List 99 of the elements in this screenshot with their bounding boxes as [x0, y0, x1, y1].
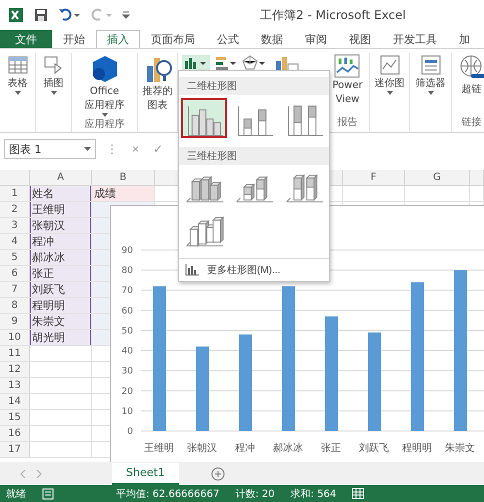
- y-tick-label: 20: [122, 386, 133, 397]
- normal-view-icon[interactable]: [352, 488, 364, 499]
- ribbon-tab[interactable]: 公式: [206, 30, 250, 48]
- excel-logo-icon: [8, 7, 24, 23]
- row-number[interactable]: 3: [0, 218, 30, 233]
- table-cell: 胡光明: [30, 330, 92, 345]
- menu-section-header: 二维柱形图: [179, 77, 329, 95]
- more-column-charts-item[interactable]: 更多柱形图(M)...: [179, 258, 329, 281]
- column-header[interactable]: F: [343, 170, 405, 185]
- macro-record-icon[interactable]: [42, 488, 54, 500]
- table-cell: 姓名: [30, 186, 92, 201]
- status-stat: 计数: 20: [235, 488, 275, 500]
- column-header[interactable]: A: [30, 170, 92, 185]
- group-label: 链接: [462, 116, 482, 130]
- ribbon-tab[interactable]: 开发工具: [382, 30, 448, 48]
- row-number[interactable]: 7: [0, 282, 30, 297]
- y-tick-label: 80: [122, 266, 133, 276]
- status-stat: 求和: 564: [290, 488, 336, 500]
- ribbon-tab[interactable]: 审阅: [294, 30, 338, 48]
- category-label: 朱崇文: [445, 443, 475, 454]
- window-title: 工作簿2 - Microsoft Excel: [260, 6, 406, 24]
- column-chart-dropdown-icon[interactable]: [182, 55, 210, 71]
- power-view-icon: [334, 54, 360, 78]
- row-number[interactable]: 6: [0, 266, 30, 281]
- undo-icon[interactable]: [58, 8, 80, 22]
- group-label: 应用程序: [84, 118, 124, 132]
- category-label: 程明明: [402, 443, 432, 454]
- category-label: 张朝汉: [187, 443, 217, 454]
- y-tick-label: 70: [122, 286, 133, 296]
- category-label: 刘跃飞: [359, 443, 389, 454]
- ribbon-tab[interactable]: 开始: [52, 30, 96, 48]
- y-tick-label: 60: [122, 306, 133, 316]
- table-cell: 王维明: [30, 202, 92, 217]
- column-header[interactable]: B: [92, 170, 155, 185]
- row-number[interactable]: 1: [0, 186, 30, 201]
- table-cell: 张正: [30, 266, 92, 281]
- ribbon-tab[interactable]: 页面布局: [140, 30, 206, 48]
- ribbon-button[interactable]: Power View: [331, 53, 364, 107]
- row-number[interactable]: 14: [0, 394, 30, 409]
- row-number[interactable]: 8: [0, 298, 30, 313]
- row-number[interactable]: 11: [0, 346, 30, 361]
- radar-chart-icon[interactable]: [242, 55, 266, 71]
- ribbon-button[interactable]: 超链: [456, 53, 484, 97]
- y-tick-label: 90: [122, 246, 133, 256]
- row-number[interactable]: 5: [0, 250, 30, 265]
- y-tick-label: 0: [127, 427, 133, 437]
- row-number[interactable]: 4: [0, 234, 30, 249]
- status-stat: 平均值: 62.66666667: [116, 488, 220, 500]
- caret-icon: [84, 147, 91, 151]
- table-cell: 朱崇文: [30, 314, 92, 329]
- table-icon: [6, 54, 28, 76]
- y-tick-label: 10: [122, 406, 133, 417]
- row-number[interactable]: 16: [0, 426, 30, 441]
- table-cell: 张朝汉: [30, 218, 92, 233]
- row-number[interactable]: 10: [0, 330, 30, 345]
- ribbon-tab[interactable]: 加: [448, 30, 481, 48]
- table-cell: 程明明: [30, 298, 92, 313]
- ribbon-tab[interactable]: 数据: [250, 30, 294, 48]
- column-header[interactable]: G: [405, 170, 470, 185]
- column-chart-icon: [185, 264, 199, 276]
- chart-type-option[interactable]: [181, 98, 227, 138]
- customize-caret-icon[interactable]: [122, 10, 130, 20]
- row-number[interactable]: 15: [0, 410, 30, 425]
- row-number[interactable]: 12: [0, 362, 30, 377]
- ribbon-tab[interactable]: 文件: [0, 30, 52, 48]
- bar-chart-icon[interactable]: [214, 55, 238, 71]
- category-label: 王维明: [144, 443, 174, 454]
- row-number[interactable]: 9: [0, 314, 30, 329]
- ribbon-tab[interactable]: 视图: [338, 30, 382, 48]
- table-cell: 刘跃飞: [30, 282, 92, 297]
- status-text: 就绪: [6, 488, 26, 500]
- ribbon-button[interactable]: Office 应用程序: [84, 53, 126, 118]
- save-icon[interactable]: [34, 8, 48, 22]
- ribbon-tab[interactable]: 插入: [96, 30, 140, 48]
- ribbon-button[interactable]: 迷你图: [374, 53, 406, 96]
- y-tick-label: 40: [122, 346, 133, 357]
- ribbon-button[interactable]: 表格: [6, 53, 30, 96]
- table-cell: 郝冰冰: [30, 250, 92, 265]
- row-number[interactable]: 2: [0, 202, 30, 217]
- y-tick-label: 30: [122, 366, 133, 377]
- slicer-icon: [420, 54, 442, 76]
- menu-section-header: 三维柱形图: [179, 147, 329, 165]
- sparkline-icon: [378, 54, 400, 76]
- shapes-icon: [42, 54, 64, 76]
- sheet-tab[interactable]: Sheet1: [112, 462, 179, 484]
- table-cell: 成绩: [92, 186, 155, 201]
- add-sheet-icon[interactable]: [210, 466, 225, 480]
- category-label: 郝冰冰: [273, 443, 303, 454]
- row-number[interactable]: 17: [0, 442, 30, 457]
- category-label: 张正: [321, 443, 341, 454]
- group-label: 报告: [338, 116, 358, 130]
- name-box[interactable]: 图表 1: [4, 139, 96, 159]
- category-label: 程冲: [235, 443, 255, 454]
- y-tick-label: 50: [122, 326, 133, 336]
- ribbon-button[interactable]: 插图: [42, 53, 66, 96]
- table-cell: 程冲: [30, 234, 92, 249]
- ribbon-button[interactable]: 推荐的 图表: [142, 53, 174, 113]
- ribbon-button[interactable]: 筛选器: [414, 53, 446, 96]
- row-number[interactable]: 13: [0, 378, 30, 393]
